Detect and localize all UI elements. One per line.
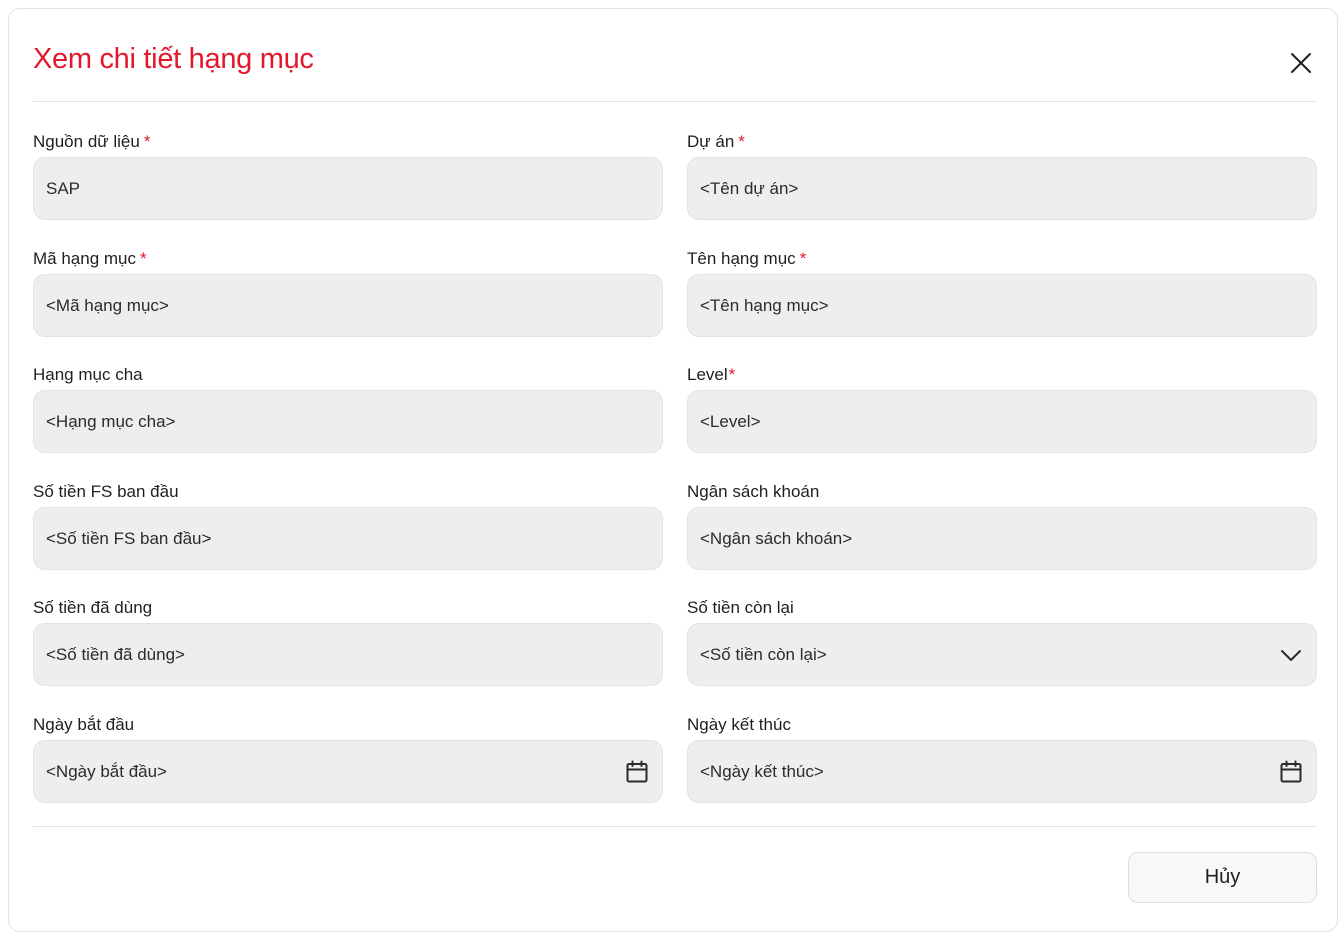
field-value: <Level> (700, 411, 761, 431)
field-value: <Mã hạng mục> (46, 295, 169, 315)
required-marker: * (738, 132, 745, 151)
detail-dialog: Xem chi tiết hạng mục Nguồn dữ liệu * SAP… (8, 8, 1338, 932)
field-value: <Ngân sách khoán> (700, 528, 853, 548)
parent-input[interactable]: <Hạng mục cha> (33, 390, 663, 453)
field-label: Ngày bắt đầu (33, 715, 135, 734)
cancel-button[interactable]: Hủy (1128, 852, 1317, 903)
fs-initial-input[interactable]: <Số tiền FS ban đầu> (33, 507, 663, 570)
header-divider (33, 101, 1317, 102)
remaining-select[interactable]: <Số tiền còn lại> (687, 623, 1317, 686)
field-label: Số tiền đã dùng (33, 598, 153, 617)
field-label: Level (687, 365, 728, 384)
level-input[interactable]: <Level> (687, 390, 1317, 453)
field-label: Mã hạng mục (33, 249, 136, 268)
field-label: Ngân sách khoán (687, 482, 820, 501)
close-button[interactable] (1287, 49, 1315, 77)
field-value: <Số tiền đã dùng> (46, 644, 185, 664)
code-input[interactable]: <Mã hạng mục> (33, 274, 663, 337)
field-label: Hạng mục cha (33, 365, 143, 384)
required-marker: * (728, 365, 736, 384)
field-label: Ngày kết thúc (687, 715, 791, 734)
field-value: <Ngày kết thúc> (700, 761, 824, 781)
name-input[interactable]: <Tên hạng mục> (687, 274, 1317, 337)
field-value: <Số tiền còn lại> (700, 644, 827, 664)
footer-divider (33, 826, 1317, 827)
field-label: Số tiền FS ban đầu (33, 482, 179, 501)
field-label: Số tiền còn lại (687, 598, 794, 617)
end-date-picker[interactable]: <Ngày kết thúc> (687, 740, 1317, 803)
field-value: <Hạng mục cha> (46, 411, 176, 431)
field-value: <Ngày bắt đầu> (46, 761, 167, 781)
field-label: Nguồn dữ liệu (33, 132, 140, 151)
start-date-picker[interactable]: <Ngày bắt đầu> (33, 740, 663, 803)
source-input[interactable]: SAP (33, 157, 663, 220)
required-marker: * (799, 249, 807, 268)
field-value: SAP (46, 178, 81, 198)
required-marker: * (140, 249, 147, 268)
chevron-down-icon[interactable] (1278, 642, 1304, 668)
close-icon (1291, 53, 1311, 73)
field-label: Dự án (687, 132, 735, 151)
used-input[interactable]: <Số tiền đã dùng> (33, 623, 663, 686)
field-value: <Tên dự án> (700, 178, 799, 198)
required-marker: * (143, 132, 151, 151)
dialog-title: Xem chi tiết hạng mục (33, 43, 314, 75)
field-value: <Số tiền FS ban đầu> (46, 528, 212, 548)
calendar-icon[interactable] (1278, 759, 1304, 785)
project-input[interactable]: <Tên dự án> (687, 157, 1317, 220)
field-value: <Tên hạng mục> (700, 295, 829, 315)
field-label: Tên hạng mục (687, 249, 796, 268)
calendar-icon[interactable] (624, 759, 650, 785)
budget-input[interactable]: <Ngân sách khoán> (687, 507, 1317, 570)
